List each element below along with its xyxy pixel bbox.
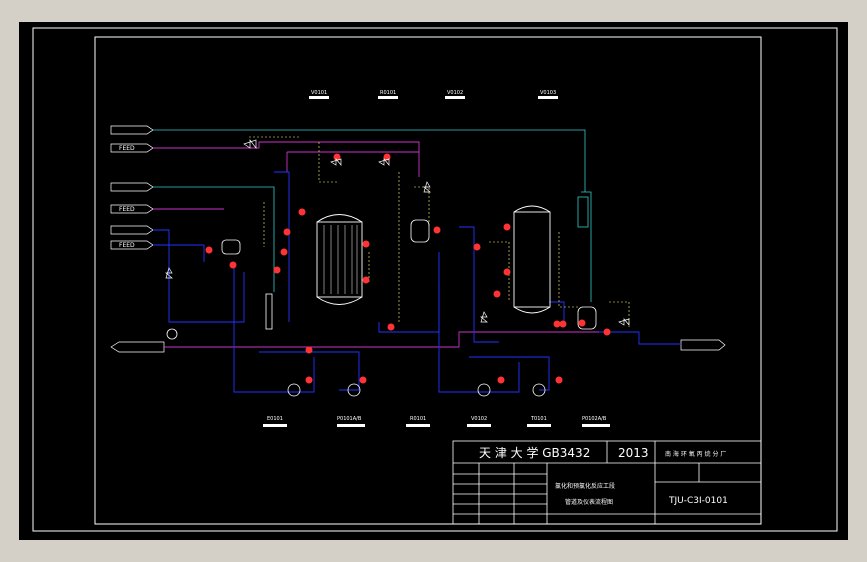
- reactor-r0101: [316, 214, 363, 305]
- bottom-tag-v0102: V0102: [471, 416, 487, 422]
- feed-arrow-top: [110, 125, 154, 135]
- pid-diagram: V0101 R0101 V0102 V0103 FEED FEED FEED E…: [32, 27, 838, 532]
- title-drawing-no: TJU-C3I-0101: [668, 496, 728, 506]
- title-drawing-2: 管道及仪表流程图: [565, 498, 613, 506]
- pump-feed: [166, 328, 178, 340]
- top-tag-v0103: V0103: [540, 90, 556, 96]
- pump-p0101a: [287, 383, 301, 397]
- title-school: 天 津 大 学 GB3432: [479, 445, 590, 460]
- valves: [165, 138, 630, 326]
- process-line-t0101-side: [549, 301, 565, 322]
- title-company: 南 海 环 氧 丙 烷 分 厂: [665, 450, 726, 458]
- feed-label-1: FEED: [119, 145, 135, 152]
- top-tag-r0101-sub: [378, 96, 398, 99]
- feed-arrow-3: FEED: [110, 204, 154, 214]
- vessel-v0102: [410, 219, 430, 243]
- process-line-pump-a: [259, 351, 360, 391]
- top-tag-v0102-sub: [445, 96, 465, 99]
- top-tag-r0101: R0101: [380, 90, 396, 96]
- vent-line-right: [581, 191, 592, 302]
- feed-arrow-4: [110, 225, 154, 235]
- top-tag-v0101: V0101: [311, 90, 327, 96]
- bottom-tag-p0101ab-sub: [337, 424, 365, 427]
- bottom-tag-r0101: R0101: [410, 416, 426, 422]
- tower-t0101: [513, 205, 551, 314]
- bottom-tag-e0101-sub: [263, 424, 287, 427]
- feed-label-2: FEED: [119, 206, 135, 213]
- bottom-tag-v0102-sub: [467, 424, 491, 427]
- bottom-tag-p0102ab-sub: [582, 424, 610, 427]
- bottom-tag-p0101ab: P0101A/B: [337, 416, 362, 422]
- bottom-tag-t0101: T0101: [530, 416, 547, 422]
- product-arrow-right: [680, 339, 726, 351]
- top-tag-v0102: V0102: [447, 90, 463, 96]
- feed-arrow-1: FEED: [110, 143, 154, 153]
- product-line-right: [599, 331, 681, 345]
- bottom-tag-p0102ab: P0102A/B: [582, 416, 607, 422]
- inner-frame: [94, 36, 762, 525]
- process-line-r0101-out: [378, 282, 440, 333]
- drawing-canvas: V0101 R0101 V0102 V0103 FEED FEED FEED E…: [19, 22, 848, 540]
- feed-arrow-5: FEED: [110, 240, 154, 250]
- title-year: 2013: [618, 446, 649, 460]
- vent-line-left: [153, 186, 275, 292]
- vent-condenser: [577, 196, 589, 228]
- top-tag-v0101-sub: [309, 96, 329, 99]
- top-tag-v0103-sub: [538, 96, 558, 99]
- bottom-tag-r0101-sub: [406, 424, 430, 427]
- feed-label-3: FEED: [119, 242, 135, 249]
- process-line-column: [274, 171, 290, 322]
- vessel-v0101: [221, 239, 241, 255]
- vent-line-top: [153, 129, 586, 192]
- bottom-tag-t0101-sub: [527, 424, 551, 427]
- process-line-feed4: [153, 244, 205, 262]
- signal-lines-2: [263, 202, 510, 302]
- title-drawing-1: 氯化和预氯化反应工段: [555, 482, 615, 490]
- product-arrow-left: [110, 341, 165, 353]
- feed-arrow-2: [110, 182, 154, 192]
- column-e0101: [265, 293, 273, 330]
- pump-p0102a: [477, 383, 491, 397]
- utility-line-bottom: [164, 331, 599, 348]
- bottom-tag-e0101: E0101: [267, 416, 283, 422]
